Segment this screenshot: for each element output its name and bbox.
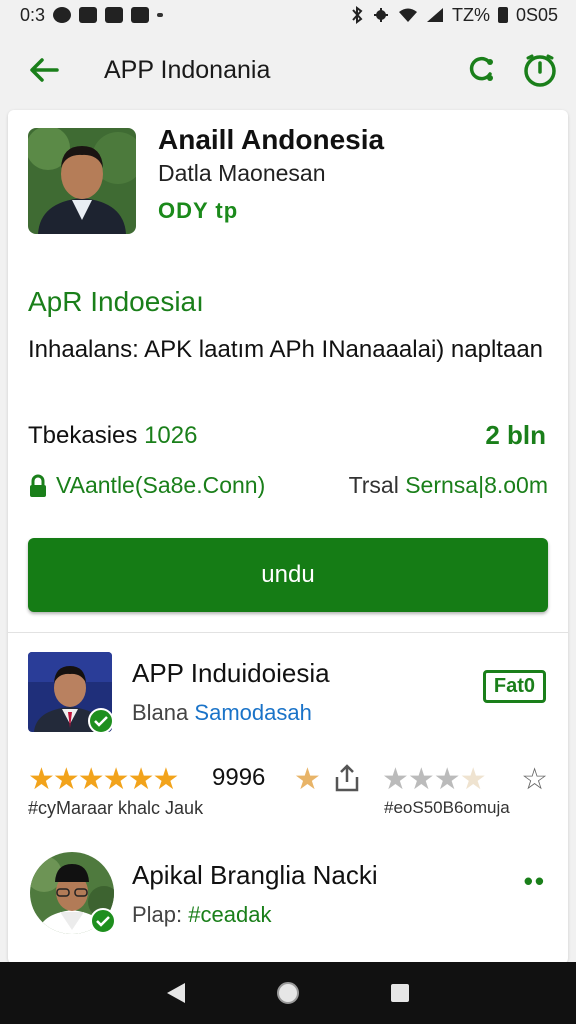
app-description: Inhaalans: APK laatım APh INanaaalai) na… xyxy=(28,336,544,363)
status-left: 0:3 xyxy=(20,4,164,26)
more-options-button[interactable]: •• xyxy=(524,866,546,897)
back-button[interactable] xyxy=(22,48,66,92)
item1-title[interactable]: APP Induidoiesia xyxy=(132,658,330,689)
size-label: Trsal xyxy=(348,472,399,498)
nav-back-button[interactable] xyxy=(156,973,196,1013)
stats-duration: 2 bln xyxy=(485,420,546,450)
rating-row: ★★★★★★ 9996 ★ ★★★★ ☆ xyxy=(28,762,548,796)
rating-stars-icon: ★★★★★★ xyxy=(28,763,179,796)
rating-meta-left: #cyMaraar khalc Jauk xyxy=(28,798,204,818)
mail-icon xyxy=(105,7,124,23)
status-time: 0:3 xyxy=(20,4,46,25)
app-title: APP Indonania xyxy=(104,55,271,84)
status-clock: 0S05 xyxy=(515,4,558,25)
item2-subtitle: Plap: #ceadak xyxy=(132,902,271,928)
lock-icon xyxy=(30,474,46,497)
item1-subtitle: Blana Samodasah xyxy=(132,700,312,726)
chart-icon xyxy=(131,7,150,23)
status-bar: 0:3 TZ% 0S05 xyxy=(0,0,576,30)
stats-count: 1026 xyxy=(144,422,198,449)
rating-meta-right: #eoS50B6omuja xyxy=(384,798,510,817)
nav-home-button[interactable] xyxy=(268,973,308,1013)
app-bar: APP Indonania xyxy=(0,34,576,106)
system-nav-bar xyxy=(0,962,576,1024)
app-detail-card: Anaill Andonesia Datla Maonesan ODY tp A… xyxy=(8,110,568,964)
stats-label: Tbekasies xyxy=(28,422,138,449)
clock-icon xyxy=(524,54,556,87)
share-up-icon xyxy=(335,764,359,792)
wifi-icon xyxy=(398,8,417,22)
star-outline-icon[interactable]: ☆ xyxy=(521,762,548,797)
bluetooth-icon xyxy=(352,6,363,24)
battery-text: TZ% xyxy=(451,4,490,25)
download-button[interactable]: undu xyxy=(28,538,548,612)
triangle-back-icon xyxy=(167,983,185,1003)
item1-subtitle-prefix: Blana xyxy=(132,700,189,725)
dot-icon xyxy=(157,13,164,17)
divider xyxy=(8,632,568,633)
status-right: TZ% 0S05 xyxy=(350,5,558,26)
vibrate-icon xyxy=(373,8,388,22)
check-icon xyxy=(96,916,110,927)
half-star-icon[interactable]: ★ xyxy=(294,762,321,797)
grey-stars-icon[interactable]: ★★★★ xyxy=(382,762,487,797)
hero-avatar xyxy=(28,128,136,234)
item2-title[interactable]: Apikal Branglia Nacki xyxy=(132,860,378,891)
item1-tag-button[interactable]: Fat0 xyxy=(482,670,546,703)
verified-badge xyxy=(88,708,114,734)
item2-subtitle-value: #ceadak xyxy=(188,902,272,927)
app-tag: ODY tp xyxy=(158,198,239,223)
share-icon xyxy=(469,56,493,81)
size-value: Sernsa|8.o0m xyxy=(405,472,548,498)
signal-icon xyxy=(426,8,443,22)
timer-button[interactable] xyxy=(518,48,562,92)
battery-icon xyxy=(497,7,508,23)
app-developer-subtitle: Datla Maonesan xyxy=(158,160,326,186)
app-developer-name: Anaill Andonesia xyxy=(158,124,385,155)
check-icon xyxy=(94,716,108,727)
circle-home-icon xyxy=(277,982,299,1004)
notification-icon xyxy=(53,7,72,23)
item1-subtitle-link[interactable]: Samodasah xyxy=(194,700,311,725)
vendor-text: VAantle(Sa8e.Conn) xyxy=(56,472,266,498)
message-icon xyxy=(79,7,98,23)
share-button[interactable] xyxy=(460,48,504,92)
item2-subtitle-prefix: Plap: xyxy=(132,902,183,927)
verified-badge xyxy=(90,908,116,934)
nav-recents-button[interactable] xyxy=(380,973,420,1013)
square-recents-icon xyxy=(391,984,409,1002)
arrow-left-icon xyxy=(30,58,59,82)
person-portrait-icon xyxy=(28,128,136,234)
share-out-button[interactable] xyxy=(334,764,360,797)
download-stats: Tbekasies 1026 xyxy=(28,422,197,450)
rating-count: 9996 xyxy=(212,764,266,791)
app-size: Trsal Sernsa|8.o0m xyxy=(349,472,548,499)
section-title: ApR Indoesiaı xyxy=(28,286,204,317)
vendor-link[interactable]: VAantle(Sa8e.Conn) xyxy=(28,472,265,499)
